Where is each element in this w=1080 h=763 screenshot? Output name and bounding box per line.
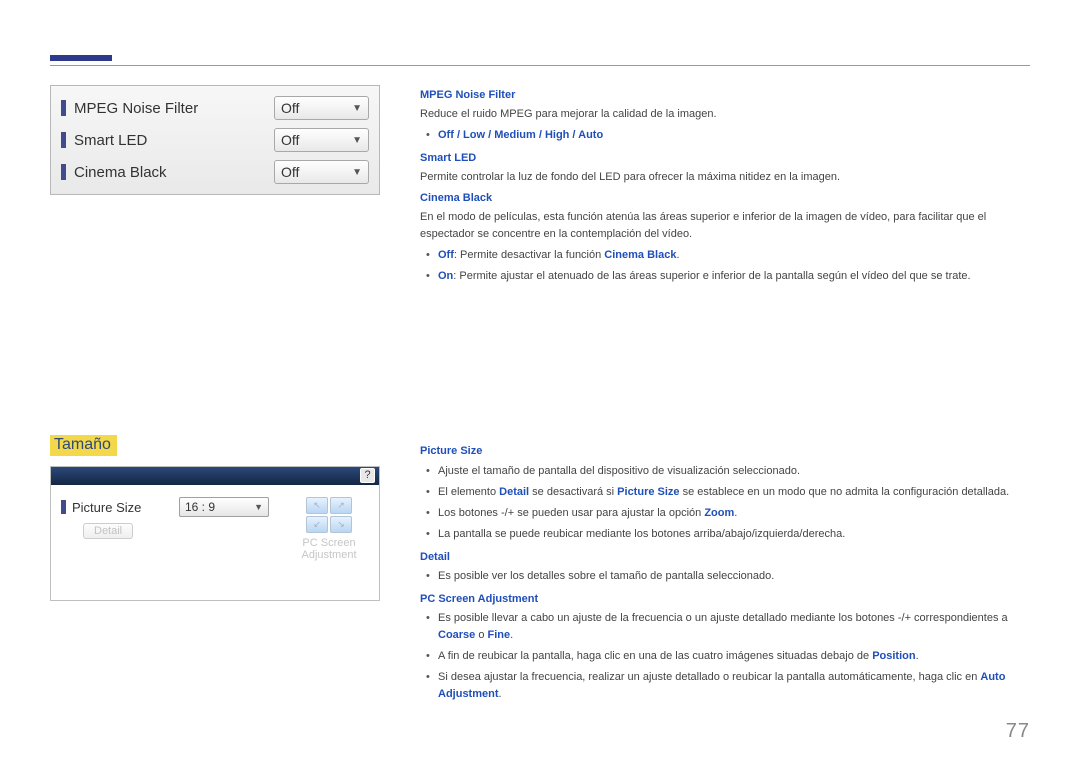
heading-detail: Detail <box>420 549 1030 566</box>
detail-bullet-1: Es posible ver los detalles sobre el tam… <box>420 568 1030 585</box>
detail-button[interactable]: Detail <box>83 523 133 539</box>
picture-size-select[interactable]: 16 : 9 ▼ <box>179 497 269 517</box>
ps-bullet-2: El elemento Detail se desactivará si Pic… <box>420 484 1030 501</box>
heading-cinema-black: Cinema Black <box>420 190 1030 207</box>
chevron-down-icon: ▼ <box>254 502 263 512</box>
ps-bullet-4: La pantalla se puede reubicar mediante l… <box>420 526 1030 543</box>
right-column: MPEG Noise Filter Reduce el ruido MPEG p… <box>420 85 1030 709</box>
row-marker-icon <box>61 164 66 180</box>
osd-select-smart-led[interactable]: Off ▼ <box>274 128 369 152</box>
desc-mpeg: Reduce el ruido MPEG para mejorar la cal… <box>420 106 1030 123</box>
picture-size-value: 16 : 9 <box>185 500 215 514</box>
osd-left-group: Picture Size 16 : 9 ▼ Detail <box>61 497 269 561</box>
heading-picture-size: Picture Size <box>420 443 1030 460</box>
left-column: MPEG Noise Filter Off ▼ Smart LED Off ▼ … <box>50 85 380 709</box>
osd-titlebar: ? <box>51 467 379 485</box>
header-accent-bar <box>50 55 112 61</box>
osd-label: Cinema Black <box>74 164 274 181</box>
position-cell[interactable]: ↙ <box>306 516 328 533</box>
osd-select-value: Off <box>281 164 299 180</box>
pc-screen-adjustment-label: PC Screen Adjustment <box>289 537 369 561</box>
desc-cinema-black: En el modo de películas, esta función at… <box>420 209 1030 243</box>
osd-row-mpeg: MPEG Noise Filter Off ▼ <box>51 92 379 124</box>
chevron-down-icon: ▼ <box>352 103 362 114</box>
heading-mpeg: MPEG Noise Filter <box>420 87 1030 104</box>
osd-select-cinema-black[interactable]: Off ▼ <box>274 160 369 184</box>
header-rule <box>50 65 1030 66</box>
cinema-off-bullet: Off: Permite desactivar la función Cinem… <box>420 247 1030 264</box>
pcsa-bullet-2: A fin de reubicar la pantalla, haga clic… <box>420 648 1030 665</box>
osd-row-cinema-black: Cinema Black Off ▼ <box>51 156 379 188</box>
desc-smart-led: Permite controlar la luz de fondo del LE… <box>420 169 1030 186</box>
page-number: 77 <box>1006 720 1030 743</box>
osd-right-group: ↖ ↗ ↙ ↘ PC Screen Adjustment <box>289 497 369 561</box>
position-cell[interactable]: ↗ <box>330 497 352 514</box>
row-marker-icon <box>61 500 66 514</box>
spacer <box>420 291 1030 441</box>
picture-size-label: Picture Size <box>72 500 179 515</box>
ps-bullet-3: Los botones -/+ se pueden usar para ajus… <box>420 505 1030 522</box>
osd-label: Smart LED <box>74 132 274 149</box>
row-marker-icon <box>61 132 66 148</box>
osd-select-value: Off <box>281 132 299 148</box>
osd-label: MPEG Noise Filter <box>74 100 274 117</box>
page-content: MPEG Noise Filter Off ▼ Smart LED Off ▼ … <box>50 85 1030 709</box>
osd-body: Picture Size 16 : 9 ▼ Detail ↖ ↗ ↙ ↘ <box>51 485 379 573</box>
section-heading-tamano: Tamaño <box>50 435 117 456</box>
osd-select-value: Off <box>281 100 299 116</box>
ps-bullet-1: Ajuste el tamaño de pantalla del disposi… <box>420 463 1030 480</box>
osd-select-mpeg[interactable]: Off ▼ <box>274 96 369 120</box>
osd-row-smart-led: Smart LED Off ▼ <box>51 124 379 156</box>
cinema-on-bullet: On: Permite ajustar el atenuado de las á… <box>420 268 1030 285</box>
osd-row-picture-size: Picture Size 16 : 9 ▼ <box>61 497 269 517</box>
help-icon[interactable]: ? <box>360 468 375 483</box>
position-grid[interactable]: ↖ ↗ ↙ ↘ <box>306 497 352 533</box>
position-cell[interactable]: ↘ <box>330 516 352 533</box>
pcsa-bullet-1: Es posible llevar a cabo un ajuste de la… <box>420 610 1030 644</box>
heading-smart-led: Smart LED <box>420 150 1030 167</box>
heading-pc-screen-adjustment: PC Screen Adjustment <box>420 591 1030 608</box>
chevron-down-icon: ▼ <box>352 135 362 146</box>
row-marker-icon <box>61 100 66 116</box>
position-cell[interactable]: ↖ <box>306 497 328 514</box>
opts-mpeg: Off / Low / Medium / High / Auto <box>420 127 1030 144</box>
osd-panel-size: ? Picture Size 16 : 9 ▼ Detail <box>50 466 380 601</box>
chevron-down-icon: ▼ <box>352 167 362 178</box>
osd-panel-filters: MPEG Noise Filter Off ▼ Smart LED Off ▼ … <box>50 85 380 195</box>
pcsa-bullet-3: Si desea ajustar la frecuencia, realizar… <box>420 669 1030 703</box>
